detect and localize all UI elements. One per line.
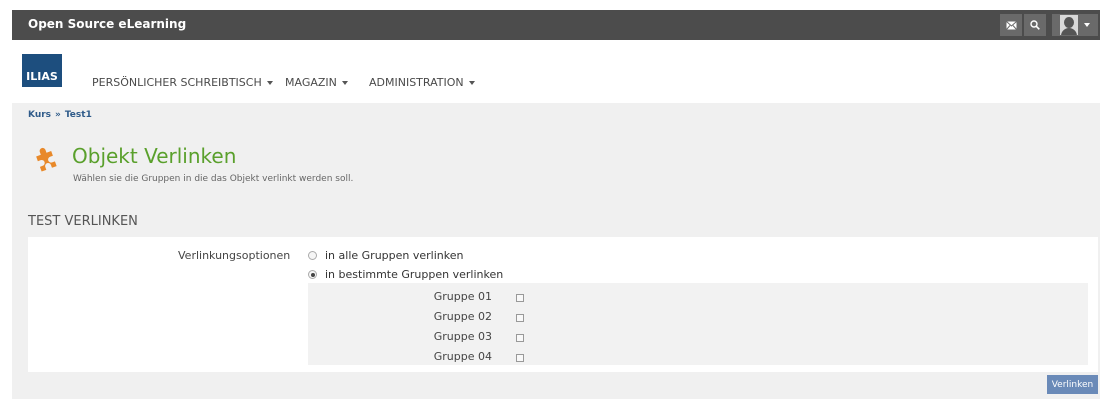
radio-specific-groups[interactable]: in bestimmte Gruppen verlinken [308,268,503,281]
list-item: Gruppe 02 [308,308,1088,326]
group-checkbox[interactable] [516,334,524,342]
group-checkbox[interactable] [516,354,524,362]
radio-button[interactable] [308,270,317,279]
nav-personal-desktop[interactable]: PERSÖNLICHER SCHREIBTISCH [92,76,273,89]
brand-title[interactable]: Open Source eLearning [28,17,186,31]
main-navigation: ILIAS PERSÖNLICHER SCHREIBTISCH MAGAZIN … [12,40,1100,103]
chevron-down-icon [468,80,475,85]
breadcrumb-item-kurs[interactable]: Kurs [28,110,51,120]
page-title: Objekt Verlinken [72,144,237,168]
link-form: Verlinkungsoptionen in alle Gruppen verl… [28,237,1098,372]
groups-list: Gruppe 01 Gruppe 02 Gruppe 03 Gruppe 04 [308,283,1088,365]
group-label: Gruppe 02 [433,310,492,323]
group-checkbox[interactable] [516,314,524,322]
nav-label: ADMINISTRATION [369,76,464,89]
nav-label: PERSÖNLICHER SCHREIBTISCH [92,76,262,89]
avatar [1060,15,1078,35]
radio-button[interactable] [308,251,317,260]
breadcrumb-item-test1[interactable]: Test1 [65,110,92,120]
page-description: Wählen sie die Gruppen in die das Objekt… [73,174,354,184]
chevron-down-icon [341,80,348,85]
nav-label: MAGAZIN [285,76,337,89]
breadcrumb: Kurs » Test1 [28,110,92,120]
link-submit-button[interactable]: Verlinken [1047,375,1098,394]
group-label: Gruppe 03 [433,330,492,343]
nav-administration[interactable]: ADMINISTRATION [369,76,475,89]
mail-icon [1005,20,1017,30]
radio-label: in bestimmte Gruppen verlinken [325,268,504,281]
radio-label: in alle Gruppen verlinken [325,249,464,262]
nav-repository[interactable]: MAGAZIN [285,76,348,89]
page-frame: Open Source eLearning ILIAS PERSÖNLICHER… [12,10,1100,399]
list-item: Gruppe 01 [308,288,1088,306]
list-item: Gruppe 04 [308,348,1088,366]
section-title: TEST VERLINKEN [28,214,138,229]
linking-options-label: Verlinkungsoptionen [178,249,291,262]
puzzle-icon [36,147,57,172]
search-icon [1030,20,1040,30]
chevron-down-icon [266,80,273,85]
breadcrumb-separator: » [55,110,61,120]
group-label: Gruppe 04 [433,350,492,363]
top-bar: Open Source eLearning [12,10,1100,40]
mail-button[interactable] [1000,14,1022,36]
group-checkbox[interactable] [516,294,524,302]
user-menu-button[interactable] [1052,14,1098,36]
search-button[interactable] [1024,14,1046,36]
chevron-down-icon [1084,23,1090,27]
logo-text: ILIAS [26,70,58,83]
radio-all-groups[interactable]: in alle Gruppen verlinken [308,249,463,262]
ilias-logo[interactable]: ILIAS [22,54,62,87]
list-item: Gruppe 03 [308,328,1088,346]
group-label: Gruppe 01 [433,290,492,303]
